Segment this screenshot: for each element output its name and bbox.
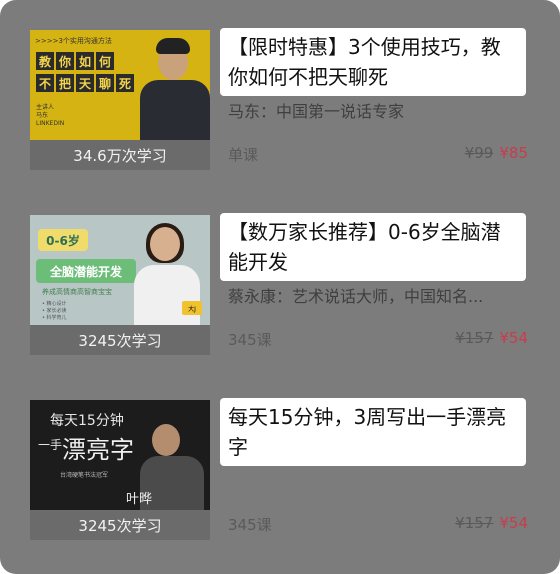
learner-count: 3245次学习: [30, 325, 210, 355]
original-price: ¥99: [464, 144, 494, 162]
thumbnail-small-text: 主讲人 马东 LINKEDIN: [36, 104, 64, 128]
course-author: 蔡永康：艺术说话大师，中国知名...: [228, 287, 484, 306]
lesson-count: 345课: [228, 516, 272, 534]
course-title[interactable]: 【数万家长推荐】0-6岁全脑潜能开发: [220, 213, 526, 281]
thumbnail-big-text: 漂亮字: [62, 436, 134, 464]
thumbnail-bullet: • 科学育儿: [42, 315, 67, 321]
presenter-hair: [156, 38, 190, 54]
course-thumbnail[interactable]: 每天15分钟 一手 漂亮字 台湾硬笔书法冠军 叶晔: [30, 400, 210, 510]
course-card[interactable]: >>>>3个实用沟通方法 教 你 如 何 不 把 天 聊 死 主讲人 马东 LI…: [0, 20, 560, 195]
thumbnail-banner: 全脑潜能开发: [36, 259, 136, 283]
thumbnail-headline: 每天15分钟: [50, 413, 124, 429]
current-price: ¥54: [499, 329, 528, 347]
thumbnail-stamp: 大J: [182, 301, 202, 315]
thumbnail-tag-text: >>>>3个实用沟通方法: [35, 37, 112, 45]
course-card[interactable]: 0-6岁 全脑潜能开发 养成高情商高智商宝宝 • 精心设计 • 家长必读 • 科…: [0, 205, 560, 380]
thumbnail-word: 你: [56, 52, 74, 70]
thumbnail-bullets: • 精心设计 • 家长必读 • 科学育儿: [42, 301, 67, 322]
thumbnail-small-line: 马东: [36, 112, 49, 119]
price-block: ¥157 ¥54: [455, 329, 528, 347]
thumbnail-small-line: LINKEDIN: [36, 120, 65, 127]
thumbnail-small-text: 台湾硬笔书法冠军: [60, 472, 109, 479]
current-price: ¥54: [499, 514, 528, 532]
presenter-head: [152, 424, 180, 456]
thumbnail-word: 教: [36, 52, 54, 70]
thumbnail-prefix: 一手: [38, 438, 63, 452]
thumbnail-word: 聊: [96, 74, 114, 92]
current-price: ¥85: [499, 144, 528, 162]
original-price: ¥157: [455, 514, 494, 532]
thumbnail-subtext: 养成高情商高智商宝宝: [42, 288, 112, 296]
presenter-head: [150, 227, 180, 261]
original-price: ¥157: [455, 329, 494, 347]
thumbnail-word: 把: [56, 74, 74, 92]
course-title[interactable]: 【限时特惠】3个使用技巧，教你如何不把天聊死: [220, 28, 526, 96]
learner-count: 34.6万次学习: [30, 140, 210, 170]
lesson-count: 单课: [228, 146, 259, 164]
course-list-panel: >>>>3个实用沟通方法 教 你 如 何 不 把 天 聊 死 主讲人 马东 LI…: [0, 0, 560, 574]
price-block: ¥99 ¥85: [465, 144, 528, 162]
learner-count: 3245次学习: [30, 510, 210, 540]
course-card[interactable]: 每天15分钟 一手 漂亮字 台湾硬笔书法冠军 叶晔 3245次学习 每天15分钟…: [0, 390, 560, 565]
thumbnail-word: 如: [76, 52, 94, 70]
thumbnail-bullet: • 家长必读: [42, 308, 67, 314]
course-title[interactable]: 每天15分钟，3周写出一手漂亮字: [220, 398, 526, 466]
course-thumbnail[interactable]: 0-6岁 全脑潜能开发 养成高情商高智商宝宝 • 精心设计 • 家长必读 • 科…: [30, 215, 210, 325]
thumbnail-bullet: • 精心设计: [42, 301, 67, 307]
thumbnail-age-badge: 0-6岁: [38, 229, 88, 251]
lesson-count: 345课: [228, 331, 272, 349]
presenter-figure: [140, 80, 210, 140]
thumbnail-word: 何: [96, 52, 114, 70]
thumbnail-word: 不: [36, 74, 54, 92]
course-thumbnail[interactable]: >>>>3个实用沟通方法 教 你 如 何 不 把 天 聊 死 主讲人 马东 LI…: [30, 30, 210, 140]
course-author: 马东：中国第一说话专家: [228, 102, 405, 121]
presenter-figure: [134, 265, 200, 325]
thumbnail-small-line: 主讲人: [36, 104, 55, 111]
thumbnail-word: 死: [116, 74, 134, 92]
price-block: ¥157 ¥54: [455, 514, 528, 532]
thumbnail-word: 天: [76, 74, 94, 92]
presenter-name: 叶晔: [126, 492, 153, 507]
